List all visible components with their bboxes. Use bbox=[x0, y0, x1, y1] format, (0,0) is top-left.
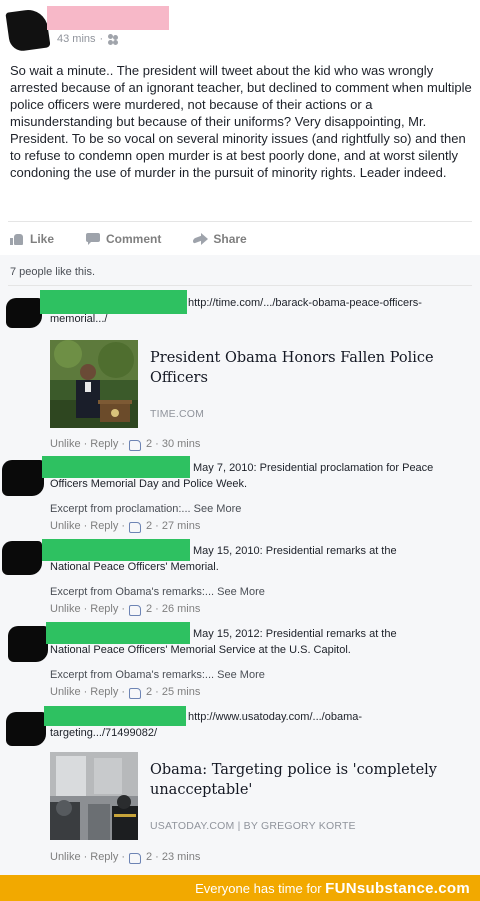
comment-timestamp[interactable]: 23 mins bbox=[162, 851, 201, 863]
unlike-link[interactable]: Unlike bbox=[50, 686, 81, 698]
watermark-text: Everyone has time for FUNsubstance.com bbox=[195, 880, 470, 897]
see-more-link[interactable]: See More bbox=[217, 586, 265, 598]
comment-button[interactable]: Comment bbox=[86, 229, 161, 249]
watermark-banner: Everyone has time for FUNsubstance.com bbox=[0, 875, 480, 901]
thumbs-up-icon bbox=[10, 233, 24, 245]
reply-link[interactable]: Reply bbox=[90, 851, 118, 863]
comment-text-cont: National Peace Officers' Memorial Servic… bbox=[50, 644, 351, 656]
excerpt-text: Excerpt from Obama's remarks:... bbox=[50, 669, 215, 681]
link-thumbnail-usatoday[interactable] bbox=[50, 752, 138, 840]
comment-actions: Unlike · Reply · 2 · 30 mins bbox=[50, 438, 201, 451]
like-label: Like bbox=[30, 232, 55, 246]
link-preview-card[interactable]: Obama: Targeting police is 'completely u… bbox=[48, 752, 468, 842]
comment-actions: Unlike · Reply · 2 · 23 mins bbox=[50, 851, 201, 864]
comment-like-count[interactable]: 2 bbox=[146, 438, 152, 450]
excerpt-text: Excerpt from proclamation:... bbox=[50, 503, 191, 515]
comment-link-text[interactable]: http://www.usatoday.com/.../obama- bbox=[188, 709, 362, 725]
like-thumb-icon[interactable] bbox=[129, 687, 142, 699]
post-timestamp[interactable]: 43 mins bbox=[57, 33, 96, 45]
comment-like-count[interactable]: 2 bbox=[146, 520, 152, 532]
share-button[interactable]: Share bbox=[193, 229, 247, 249]
unlike-link[interactable]: Unlike bbox=[50, 851, 81, 863]
divider bbox=[8, 285, 472, 286]
commenter-avatar-redacted[interactable] bbox=[8, 626, 48, 662]
comment-timestamp[interactable]: 25 mins bbox=[162, 686, 201, 698]
link-source: USATODAY.COM | BY GREGORY KORTE bbox=[150, 820, 356, 832]
share-label: Share bbox=[213, 232, 247, 246]
comment-like-count[interactable]: 2 bbox=[146, 603, 152, 615]
watermark-tagline: Everyone has time for bbox=[195, 881, 322, 896]
comment-link-text-cont[interactable]: memorial.../ bbox=[50, 311, 107, 327]
unlike-link[interactable]: Unlike bbox=[50, 438, 81, 450]
comment-actions: Unlike · Reply · 2 · 25 mins bbox=[50, 686, 201, 699]
comment-link-text-cont[interactable]: targeting.../71499082/ bbox=[50, 725, 157, 741]
commenter-name-redacted[interactable] bbox=[44, 706, 186, 726]
commenter-name-redacted[interactable] bbox=[46, 622, 190, 644]
reply-link[interactable]: Reply bbox=[90, 438, 118, 450]
link-title[interactable]: Obama: Targeting police is 'completely u… bbox=[150, 760, 450, 800]
share-arrow-icon bbox=[193, 233, 209, 245]
friends-icon[interactable] bbox=[107, 34, 121, 44]
reply-link[interactable]: Reply bbox=[90, 686, 118, 698]
comment-link-text[interactable]: http://time.com/.../barack-obama-peace-o… bbox=[188, 295, 422, 311]
reply-link[interactable]: Reply bbox=[90, 520, 118, 532]
like-thumb-icon[interactable] bbox=[129, 521, 142, 533]
comment-text: May 15, 2010: Presidential remarks at th… bbox=[193, 545, 397, 557]
comment-actions: Unlike · Reply · 2 · 27 mins bbox=[50, 520, 201, 533]
author-avatar-redacted[interactable] bbox=[5, 7, 51, 53]
link-title[interactable]: President Obama Honors Fallen Police Off… bbox=[150, 348, 450, 388]
comment-label: Comment bbox=[106, 232, 162, 246]
comment-like-count[interactable]: 2 bbox=[146, 851, 152, 863]
link-preview-card[interactable]: President Obama Honors Fallen Police Off… bbox=[48, 340, 468, 430]
reply-link[interactable]: Reply bbox=[90, 603, 118, 615]
comment-excerpt: Excerpt from Obama's remarks:... See Mor… bbox=[50, 586, 265, 598]
comment-like-count[interactable]: 2 bbox=[146, 686, 152, 698]
commenter-name-redacted[interactable] bbox=[42, 539, 190, 561]
comment-actions: Unlike · Reply · 2 · 26 mins bbox=[50, 603, 201, 616]
see-more-link[interactable]: See More bbox=[217, 669, 265, 681]
commenter-avatar-redacted[interactable] bbox=[2, 460, 44, 496]
like-thumb-icon[interactable] bbox=[129, 852, 142, 864]
post-action-bar: Like Comment Share bbox=[10, 229, 247, 249]
comment-text-cont: National Peace Officers' Memorial. bbox=[50, 561, 219, 573]
comment-timestamp[interactable]: 27 mins bbox=[162, 520, 201, 532]
comment-excerpt: Excerpt from Obama's remarks:... See Mor… bbox=[50, 669, 265, 681]
comment-text: May 7, 2010: Presidential proclamation f… bbox=[193, 462, 434, 474]
comment-excerpt: Excerpt from proclamation:... See More bbox=[50, 503, 241, 515]
comment-timestamp[interactable]: 30 mins bbox=[162, 438, 201, 450]
post-meta: 43 mins · bbox=[57, 33, 121, 45]
commenter-avatar-redacted[interactable] bbox=[6, 298, 42, 328]
commenter-avatar-redacted[interactable] bbox=[6, 712, 46, 746]
post-body: So wait a minute.. The president will tw… bbox=[10, 63, 472, 180]
like-thumb-icon[interactable] bbox=[129, 604, 142, 616]
link-thumbnail-time[interactable] bbox=[50, 340, 138, 428]
unlike-link[interactable]: Unlike bbox=[50, 603, 81, 615]
commenter-name-redacted[interactable] bbox=[42, 456, 190, 478]
link-source: TIME.COM bbox=[150, 408, 205, 420]
divider bbox=[8, 221, 472, 222]
comment-text-cont: Officers Memorial Day and Police Week. bbox=[50, 478, 248, 490]
likes-summary[interactable]: 7 people like this. bbox=[10, 266, 95, 278]
unlike-link[interactable]: Unlike bbox=[50, 520, 81, 532]
speech-bubble-icon bbox=[86, 233, 101, 245]
like-button[interactable]: Like bbox=[10, 229, 54, 249]
author-name-redacted[interactable] bbox=[47, 6, 169, 30]
comment-timestamp[interactable]: 26 mins bbox=[162, 603, 201, 615]
comment-text: May 15, 2012: Presidential remarks at th… bbox=[193, 628, 397, 640]
see-more-link[interactable]: See More bbox=[194, 503, 242, 515]
commenter-avatar-redacted[interactable] bbox=[2, 541, 42, 575]
like-thumb-icon[interactable] bbox=[129, 439, 142, 451]
excerpt-text: Excerpt from Obama's remarks:... bbox=[50, 586, 215, 598]
watermark-brand: FUNsubstance.com bbox=[325, 880, 470, 897]
post-header: 43 mins · bbox=[0, 0, 480, 58]
